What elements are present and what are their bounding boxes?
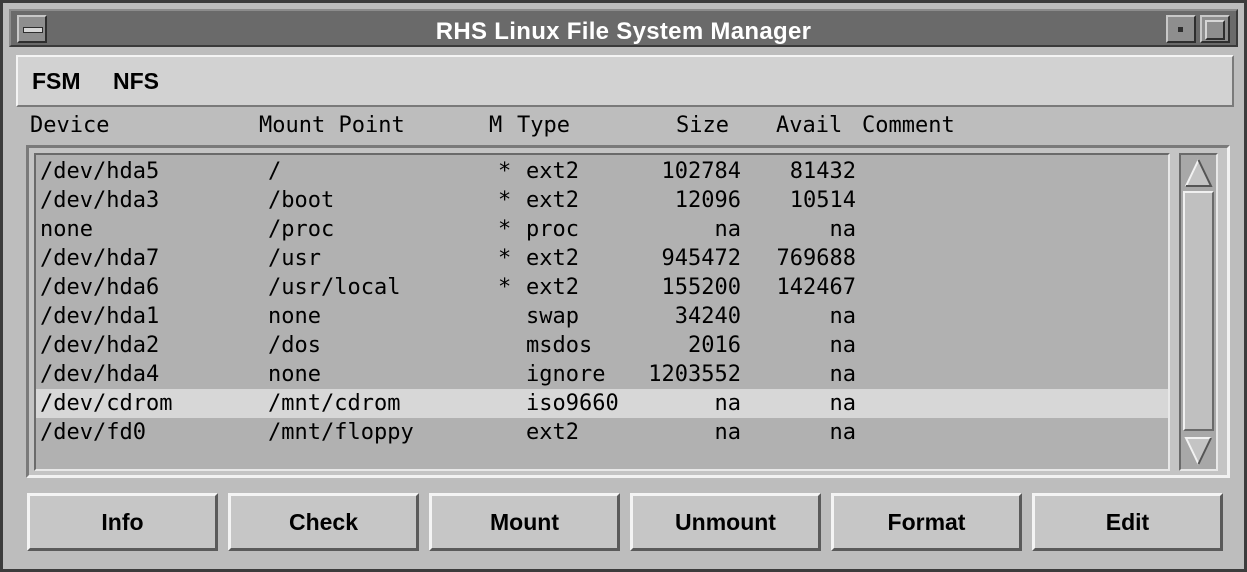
cell-mount-point: /mnt/floppy (268, 420, 414, 445)
cell-device: /dev/hda1 (40, 304, 160, 329)
table-row[interactable]: /dev/hda2 /dos msdos 2016 na (36, 331, 1168, 360)
cell-size: 1203552 (648, 362, 741, 387)
cell-avail: na (829, 362, 857, 387)
cell-size: 155200 (661, 275, 741, 300)
cell-device: /dev/hda3 (40, 188, 160, 213)
cell-size: 102784 (661, 159, 741, 184)
header-size: Size (676, 113, 729, 138)
scrollbar-thumb[interactable] (1183, 191, 1214, 431)
cell-mount-point: / (268, 159, 282, 184)
cell-mount-point: /boot (268, 188, 335, 213)
cell-mounted: * (498, 159, 512, 184)
cell-mount-point: none (268, 304, 321, 329)
cell-type: ext2 (526, 246, 579, 271)
cell-type: ext2 (526, 188, 579, 213)
cell-type: msdos (526, 333, 593, 358)
cell-mount-point: none (268, 362, 321, 387)
cell-type: ext2 (526, 275, 579, 300)
minimize-icon[interactable] (1166, 15, 1196, 43)
header-type: Type (517, 113, 570, 138)
cell-mount-point: /usr (268, 246, 321, 271)
cell-type: iso9660 (526, 391, 619, 416)
header-comment: Comment (862, 113, 955, 138)
cell-device: /dev/fd0 (40, 420, 146, 445)
cell-device: /dev/hda4 (40, 362, 160, 387)
cell-type: ext2 (526, 159, 579, 184)
cell-mounted: * (498, 246, 512, 271)
table-row[interactable]: /dev/hda5 / * ext2 102784 81432 (36, 157, 1168, 186)
cell-avail: 81432 (789, 159, 856, 184)
header-avail: Avail (776, 113, 843, 138)
cell-avail: 10514 (789, 188, 856, 213)
cell-mounted: * (498, 275, 512, 300)
scroll-down-arrow-icon[interactable] (1183, 435, 1214, 467)
header-mount-point: Mount Point (259, 113, 405, 138)
table-row[interactable]: /dev/hda1 none swap 34240 na (36, 302, 1168, 331)
table-row[interactable]: /dev/hda7 /usr * ext2 945472 769688 (36, 244, 1168, 273)
table-row-selected[interactable]: /dev/cdrom /mnt/cdrom iso9660 na na (36, 389, 1168, 418)
cell-mount-point: /dos (268, 333, 321, 358)
info-button[interactable]: Info (27, 493, 218, 551)
cell-type: swap (526, 304, 579, 329)
cell-mount-point: /usr/local (268, 275, 401, 300)
scroll-up-arrow-icon[interactable] (1183, 157, 1214, 189)
cell-mounted: * (498, 217, 512, 242)
cell-device: /dev/hda2 (40, 333, 160, 358)
window-title: RHS Linux File System Manager (435, 18, 812, 45)
cell-type: ext2 (526, 420, 579, 445)
check-button[interactable]: Check (228, 493, 419, 551)
cell-avail: 769688 (776, 246, 856, 271)
cell-mounted: * (498, 188, 512, 213)
menu-bar: FSM NFS (16, 55, 1234, 107)
cell-avail: na (829, 333, 857, 358)
vertical-scrollbar[interactable] (1179, 153, 1218, 471)
table-row[interactable]: /dev/hda6 /usr/local * ext2 155200 14246… (36, 273, 1168, 302)
menu-nfs[interactable]: NFS (113, 68, 159, 95)
cell-size: na (714, 217, 742, 242)
format-button[interactable]: Format (831, 493, 1022, 551)
cell-size: na (714, 420, 742, 445)
menu-fsm[interactable]: FSM (32, 68, 81, 95)
cell-size: 12096 (674, 188, 741, 213)
cell-mount-point: /proc (268, 217, 335, 242)
app-window: RHS Linux File System Manager FSM NFS De… (0, 0, 1247, 572)
table-row[interactable]: /dev/fd0 /mnt/floppy ext2 na na (36, 418, 1168, 447)
table-row[interactable]: none /proc * proc na na (36, 215, 1168, 244)
cell-size: na (714, 391, 742, 416)
cell-device: /dev/cdrom (40, 391, 173, 416)
cell-type: ignore (526, 362, 606, 387)
filesystem-list-frame: /dev/hda5 / * ext2 102784 81432 /dev/hda… (26, 145, 1230, 478)
cell-device: /dev/hda7 (40, 246, 160, 271)
cell-avail: na (829, 217, 857, 242)
cell-size: 2016 (688, 333, 741, 358)
mount-button[interactable]: Mount (429, 493, 620, 551)
filesystem-list[interactable]: /dev/hda5 / * ext2 102784 81432 /dev/hda… (34, 153, 1170, 471)
header-device: Device (30, 113, 110, 138)
cell-size: 34240 (674, 304, 741, 329)
cell-mount-point: /mnt/cdrom (268, 391, 401, 416)
title-bar[interactable]: RHS Linux File System Manager (9, 9, 1238, 47)
cell-avail: na (829, 391, 857, 416)
table-row[interactable]: /dev/hda4 none ignore 1203552 na (36, 360, 1168, 389)
unmount-button[interactable]: Unmount (630, 493, 821, 551)
table-row[interactable]: /dev/hda3 /boot * ext2 12096 10514 (36, 186, 1168, 215)
cell-device: none (40, 217, 93, 242)
cell-type: proc (526, 217, 579, 242)
header-mounted: M (489, 113, 503, 138)
edit-button[interactable]: Edit (1032, 493, 1223, 551)
maximize-icon[interactable] (1200, 15, 1230, 43)
cell-avail: na (829, 304, 857, 329)
cell-avail: 142467 (776, 275, 856, 300)
cell-device: /dev/hda5 (40, 159, 160, 184)
cell-size: 945472 (661, 246, 741, 271)
cell-device: /dev/hda6 (40, 275, 160, 300)
cell-avail: na (829, 420, 857, 445)
